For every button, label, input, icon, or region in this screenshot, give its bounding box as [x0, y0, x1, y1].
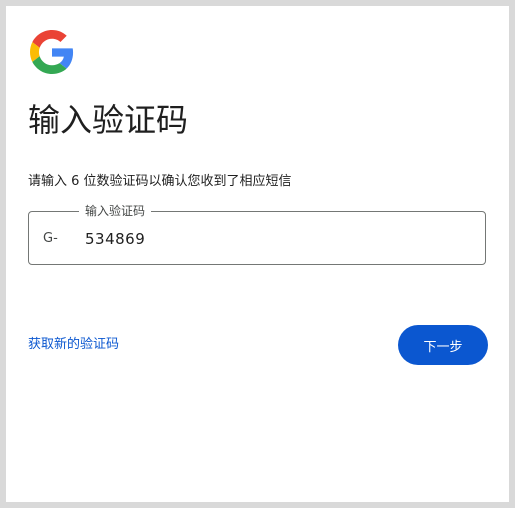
- instruction-text: 请输入 6 位数验证码以确认您收到了相应短信: [28, 174, 292, 189]
- verification-card: 输入验证码 请输入 6 位数验证码以确认您收到了相应短信 输入验证码 G- 获取…: [6, 6, 509, 502]
- google-logo-icon: [30, 30, 74, 74]
- page-title: 输入验证码: [28, 101, 189, 139]
- verification-code-input[interactable]: [85, 226, 465, 252]
- verification-code-label: 输入验证码: [79, 203, 152, 219]
- verification-code-field[interactable]: 输入验证码 G-: [28, 203, 486, 265]
- get-new-code-link[interactable]: 获取新的验证码: [28, 335, 119, 355]
- code-prefix: G-: [43, 231, 58, 246]
- next-button[interactable]: 下一步: [398, 325, 488, 365]
